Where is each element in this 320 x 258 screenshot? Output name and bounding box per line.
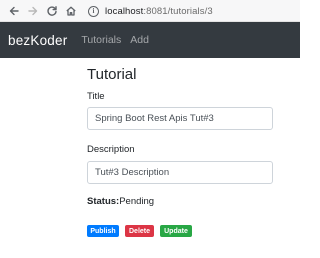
- description-label: Description: [87, 144, 135, 155]
- home-icon[interactable]: [63, 3, 79, 19]
- tutorial-edit-form: Tutorial Title Spring Boot Rest Apis Tut…: [87, 66, 273, 237]
- reload-icon[interactable]: [44, 3, 60, 19]
- action-buttons: Publish Delete Update: [87, 225, 198, 237]
- brand-link[interactable]: bezKoder: [8, 33, 67, 48]
- status-line: Status:Pending: [87, 196, 154, 207]
- delete-button[interactable]: Delete: [125, 225, 154, 237]
- status-label: Status:: [87, 196, 120, 207]
- title-label: Title: [87, 91, 105, 102]
- nav-link-add[interactable]: Add: [130, 34, 149, 46]
- forward-arrow-icon[interactable]: [25, 3, 41, 19]
- page-title: Tutorial: [87, 66, 137, 83]
- status-value: Pending: [119, 196, 155, 207]
- browser-toolbar: i localhost:8081/tutorials/3: [0, 0, 300, 22]
- description-input[interactable]: Tut#3 Description: [87, 161, 273, 184]
- address-bar[interactable]: i localhost:8081/tutorials/3: [84, 2, 296, 20]
- nav-link-tutorials[interactable]: Tutorials: [81, 34, 121, 46]
- update-button[interactable]: Update: [160, 225, 192, 237]
- publish-button[interactable]: Publish: [87, 225, 119, 237]
- url-host: localhost: [105, 5, 144, 17]
- url-path: :8081/tutorials/3: [143, 5, 213, 17]
- url-text[interactable]: localhost:8081/tutorials/3: [105, 6, 213, 17]
- back-arrow-icon[interactable]: [6, 3, 22, 19]
- title-input[interactable]: Spring Boot Rest Apis Tut#3: [87, 107, 273, 130]
- info-icon[interactable]: i: [88, 5, 99, 17]
- app-navbar: bezKoder Tutorials Add: [0, 22, 300, 58]
